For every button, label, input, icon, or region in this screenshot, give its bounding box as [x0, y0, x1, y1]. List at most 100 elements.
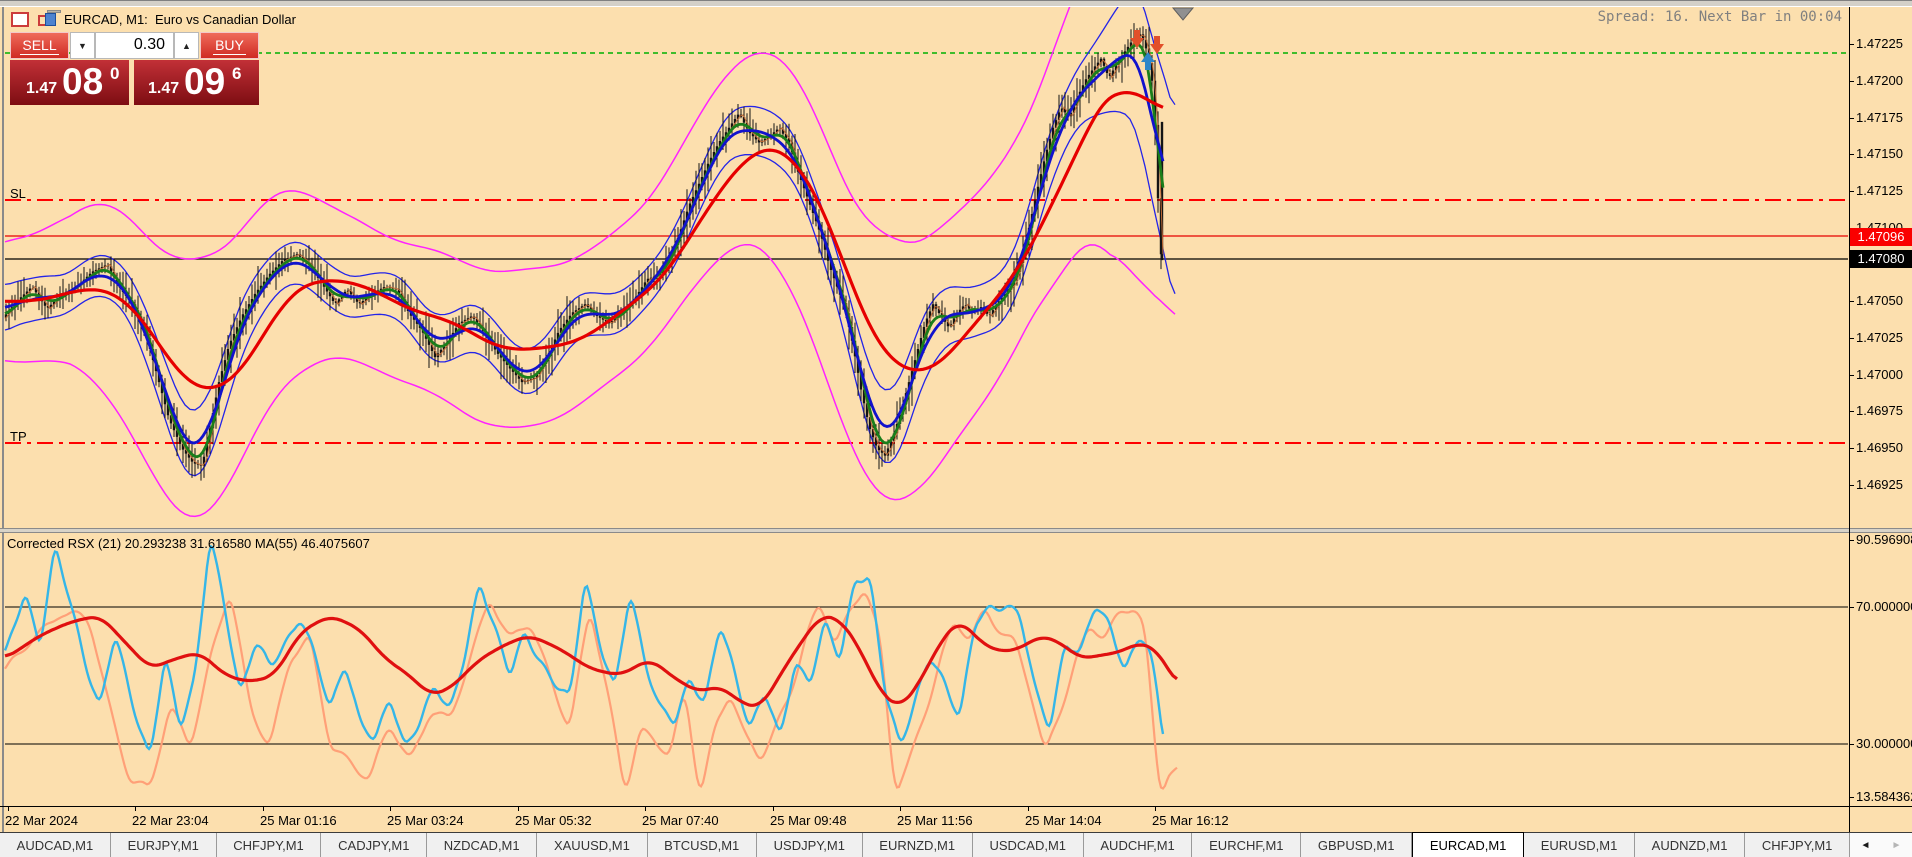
indicator-axis-label: 90.596908 [1856, 532, 1912, 547]
time-axis-tick [1028, 807, 1029, 811]
price-axis-label: 1.47150 [1856, 146, 1903, 161]
volume-decrease-button[interactable]: ▼ [70, 32, 95, 59]
time-axis-tick [773, 807, 774, 811]
ask-price-panel[interactable]: 1.47 09 6 [134, 60, 259, 105]
time-axis-tick [263, 807, 264, 811]
spread-nextbar-info: Spread: 16. Next Bar in 00:04 [1597, 9, 1842, 25]
indicator-axis-label: 13.584362 [1856, 789, 1912, 804]
price-axis-tick [1849, 118, 1854, 119]
time-axis-label: 25 Mar 07:40 [642, 813, 719, 828]
tab-eurchf-m1[interactable]: EURCHF,M1 [1192, 833, 1302, 857]
indicator-axis-tick [1849, 744, 1854, 745]
bid-price-small: 1.47 [26, 80, 58, 97]
time-axis-tick [900, 807, 901, 811]
price-axis-label: 1.47000 [1856, 367, 1903, 382]
quotes-icon[interactable] [11, 12, 29, 27]
ask-price-big: 09 [184, 61, 226, 102]
bid-price-panel[interactable]: 1.47 08 0 [10, 60, 129, 105]
time-axis-tick [390, 807, 391, 811]
tab-usdjpy-m1[interactable]: USDJPY,M1 [757, 833, 863, 857]
orders-icon[interactable] [38, 10, 61, 27]
bid-price-badge: 1.47080 [1850, 250, 1912, 268]
tab-scroll-left-icon[interactable]: ◄ [1861, 840, 1871, 851]
price-axis-tick [1849, 154, 1854, 155]
price-axis-tick [1849, 411, 1854, 412]
volume-input[interactable]: 0.30 [95, 32, 174, 59]
price-axis-label: 1.46975 [1856, 403, 1903, 418]
volume-increase-button[interactable]: ▲ [174, 32, 199, 59]
time-axis-label: 25 Mar 01:16 [260, 813, 337, 828]
tab-btcusd-m1[interactable]: BTCUSD,M1 [648, 833, 757, 857]
time-axis-tick [518, 807, 519, 811]
time-axis-label: 25 Mar 05:32 [515, 813, 592, 828]
subwindow-separator[interactable] [0, 528, 1912, 533]
tab-gbpusd-m1[interactable]: GBPUSD,M1 [1301, 833, 1413, 857]
chart-title: EURCAD, M1: Euro vs Canadian Dollar [64, 12, 296, 27]
price-axis-tick [1849, 448, 1854, 449]
price-axis-label: 1.46925 [1856, 477, 1903, 492]
tab-nzdcad-m1[interactable]: NZDCAD,M1 [427, 833, 538, 857]
price-axis-label: 1.47125 [1856, 183, 1903, 198]
tab-chfjpy-m1[interactable]: CHFJPY,M1 [1745, 833, 1851, 857]
tab-eurjpy-m1[interactable]: EURJPY,M1 [111, 833, 217, 857]
bid-price-big: 08 [62, 61, 104, 102]
tp-line-label[interactable]: TP [10, 429, 27, 444]
tab-usdcad-m1[interactable]: USDCAD,M1 [973, 833, 1084, 857]
tab-eurusd-m1[interactable]: EURUSD,M1 [1524, 833, 1635, 857]
indicator-axis-tick [1849, 607, 1854, 608]
indicator-axis-tick [1849, 797, 1854, 798]
time-axis-tick [8, 807, 9, 811]
ask-price-badge: 1.47096 [1850, 228, 1912, 246]
chart-shift-marker [1171, 7, 1195, 21]
indicator-axis-label: 70.000000 [1856, 599, 1912, 614]
symbol-tab-bar: AUDCAD,M1 EURJPY,M1 CHFJPY,M1 CADJPY,M1 NZDC… [0, 832, 1912, 857]
price-axis-tick [1849, 338, 1854, 339]
price-axis-tick [1849, 301, 1854, 302]
price-axis-label: 1.46950 [1856, 440, 1903, 455]
chart-left-border [2, 7, 4, 832]
price-axis-label: 1.47050 [1856, 293, 1903, 308]
tab-cadjpy-m1[interactable]: CADJPY,M1 [321, 833, 428, 857]
time-axis-label: 22 Mar 2024 [5, 813, 78, 828]
one-click-trading-panel: SELL ▼ 0.30 ▲ BUY 1.47 08 0 1.47 09 6 [10, 32, 259, 105]
indicator-label: Corrected RSX (21) 20.293238 31.616580 M… [7, 536, 370, 551]
tab-eurcad-m1[interactable]: EURCAD,M1 [1412, 832, 1525, 857]
time-axis-label: 25 Mar 16:12 [1152, 813, 1229, 828]
indicator-axis-label: 30.000000 [1856, 736, 1912, 751]
time-axis-label: 25 Mar 11:56 [897, 813, 973, 828]
price-axis-label: 1.47025 [1856, 330, 1903, 345]
indicator-axis-tick [1849, 540, 1854, 541]
price-axis-tick [1849, 81, 1854, 82]
tab-audchf-m1[interactable]: AUDCHF,M1 [1084, 833, 1193, 857]
price-axis-line [1849, 7, 1850, 832]
time-axis-label: 25 Mar 14:04 [1025, 813, 1102, 828]
price-axis-label: 1.47225 [1856, 36, 1903, 51]
ask-price-small: 1.47 [148, 80, 180, 97]
tab-scroll-right-icon[interactable]: ► [1892, 840, 1902, 851]
tab-eurnzd-m1[interactable]: EURNZD,M1 [863, 833, 973, 857]
price-axis-tick [1849, 485, 1854, 486]
price-axis-label: 1.47200 [1856, 73, 1903, 88]
sl-line-label[interactable]: SL [10, 186, 26, 201]
price-axis-tick [1849, 191, 1854, 192]
ask-price-sup: 6 [232, 64, 242, 83]
tab-xauusd-m1[interactable]: XAUUSD,M1 [537, 833, 648, 857]
buy-button[interactable]: BUY [200, 32, 259, 59]
tab-chfjpy-m1[interactable]: CHFJPY,M1 [217, 833, 322, 857]
price-axis-label: 1.47175 [1856, 110, 1903, 125]
time-axis-label: 22 Mar 23:04 [132, 813, 209, 828]
bid-price-sup: 0 [110, 64, 120, 83]
price-axis-tick [1849, 375, 1854, 376]
time-axis-label: 25 Mar 03:24 [387, 813, 464, 828]
time-axis-tick [1155, 807, 1156, 811]
sell-button[interactable]: SELL [10, 32, 69, 59]
time-axis-tick [135, 807, 136, 811]
window-top-edge [0, 0, 1912, 7]
tab-audcad-m1[interactable]: AUDCAD,M1 [0, 833, 111, 857]
tab-audnzd-m1[interactable]: AUDNZD,M1 [1635, 833, 1746, 857]
tab-scroll-nav: ◄ ► [1850, 833, 1912, 857]
time-axis-tick [645, 807, 646, 811]
time-axis-label: 25 Mar 09:48 [770, 813, 847, 828]
chart-canvas[interactable] [0, 0, 1912, 857]
price-axis-tick [1849, 44, 1854, 45]
